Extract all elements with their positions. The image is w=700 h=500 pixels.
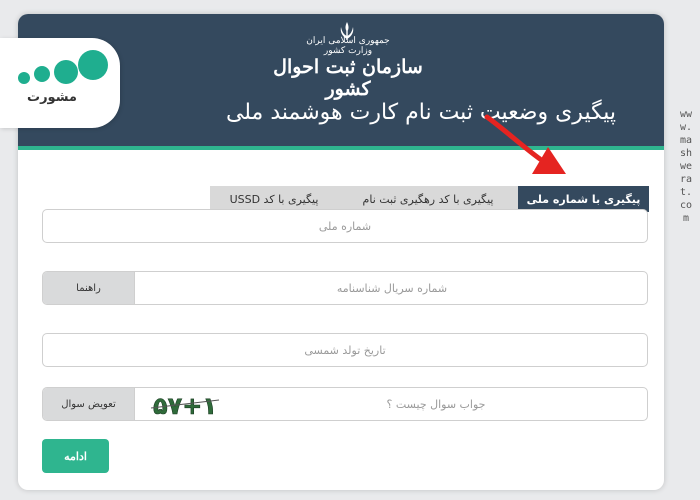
continue-button[interactable]: ادامه bbox=[42, 439, 109, 473]
national-code-input[interactable] bbox=[43, 210, 647, 242]
captcha-text: ۵۷+۱ bbox=[153, 392, 217, 420]
birth-date-field bbox=[42, 333, 648, 367]
brand-logo-text: مشورت bbox=[27, 90, 77, 105]
org-ministry-label: وزارت کشور bbox=[323, 46, 373, 56]
site-watermark: www.mashwerat.com bbox=[679, 109, 693, 224]
captcha-input[interactable] bbox=[223, 388, 647, 420]
org-country-label: جمهوری اسلامی ایران bbox=[306, 36, 390, 46]
org-name: سازمان ثبت احوال کشور bbox=[273, 56, 423, 100]
serial-field: راهنما bbox=[42, 271, 648, 305]
page-title: پیگیری وضعیت ثبت نام کارت هوشمند ملی bbox=[225, 100, 616, 125]
change-question-button[interactable]: تعویض سوال bbox=[43, 388, 135, 420]
national-code-field bbox=[42, 209, 648, 243]
birth-date-input[interactable] bbox=[43, 334, 647, 366]
brand-logo: مشورت bbox=[0, 38, 120, 128]
guide-button[interactable]: راهنما bbox=[43, 272, 135, 304]
captcha-field: تعویض سوال ۵۷+۱ bbox=[42, 387, 648, 421]
captcha-image: ۵۷+۱ bbox=[147, 388, 223, 420]
serial-input[interactable] bbox=[135, 272, 647, 304]
